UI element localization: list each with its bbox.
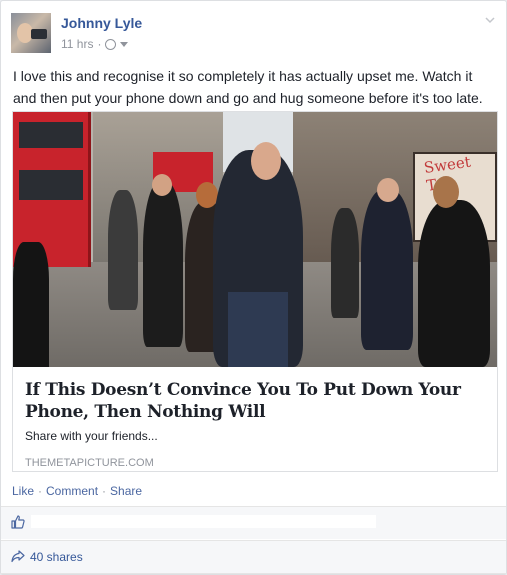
link-preview-text[interactable]: If This Doesn’t Convince You To Put Down… xyxy=(13,367,497,471)
image-man-head xyxy=(251,142,281,180)
share-arrow-icon xyxy=(11,550,25,563)
author-avatar[interactable] xyxy=(11,13,51,53)
share-link[interactable]: Share xyxy=(110,484,142,498)
comment-link[interactable]: Comment xyxy=(46,484,98,498)
image-pedestrian-head xyxy=(433,176,459,208)
post-actions: Like · Comment · Share xyxy=(12,484,142,498)
privacy-dropdown-icon[interactable] xyxy=(120,41,129,47)
link-title[interactable]: If This Doesn’t Convince You To Put Down… xyxy=(25,379,485,423)
action-separator: · xyxy=(102,484,107,498)
post-text: I love this and recognise it so complete… xyxy=(13,68,483,106)
feed-post: Johnny Lyle 11 hrs · I love this and rec… xyxy=(0,0,507,575)
action-separator: · xyxy=(38,484,43,498)
image-pedestrian-head xyxy=(377,178,399,202)
image-man-legs xyxy=(228,292,288,367)
link-preview-card[interactable]: Sweet Tou If This Doesn’t Convinc xyxy=(12,111,498,472)
image-pedestrian xyxy=(361,190,413,350)
image-pedestrian-head xyxy=(152,174,172,196)
shares-bar: 40 shares xyxy=(1,541,506,573)
divider xyxy=(1,573,506,574)
post-meta: 11 hrs · xyxy=(61,37,129,51)
image-pedestrian xyxy=(108,190,138,310)
image-pedestrian xyxy=(418,200,490,367)
post-time[interactable]: 11 hrs xyxy=(61,37,93,51)
author-name[interactable]: Johnny Lyle xyxy=(61,15,142,31)
bus-window-bottom xyxy=(19,170,83,200)
shares-count[interactable]: 40 shares xyxy=(30,550,83,564)
meta-separator: · xyxy=(97,37,102,51)
like-link[interactable]: Like xyxy=(12,484,34,498)
likers-list-redacted xyxy=(31,515,376,528)
link-domain: THEMETAPICTURE.COM xyxy=(25,457,154,469)
likes-bar xyxy=(1,507,506,539)
globe-icon xyxy=(105,38,117,50)
image-pedestrian xyxy=(331,208,359,318)
bus-window-top xyxy=(19,122,83,148)
link-preview-image[interactable]: Sweet Tou xyxy=(13,112,497,367)
image-pedestrian xyxy=(143,182,183,347)
image-foreground-person xyxy=(13,242,49,367)
thumbs-up-icon[interactable] xyxy=(11,515,25,529)
link-description: Share with your friends... xyxy=(25,429,158,443)
chevron-down-icon[interactable] xyxy=(485,15,495,25)
avatar-camera xyxy=(31,29,47,39)
